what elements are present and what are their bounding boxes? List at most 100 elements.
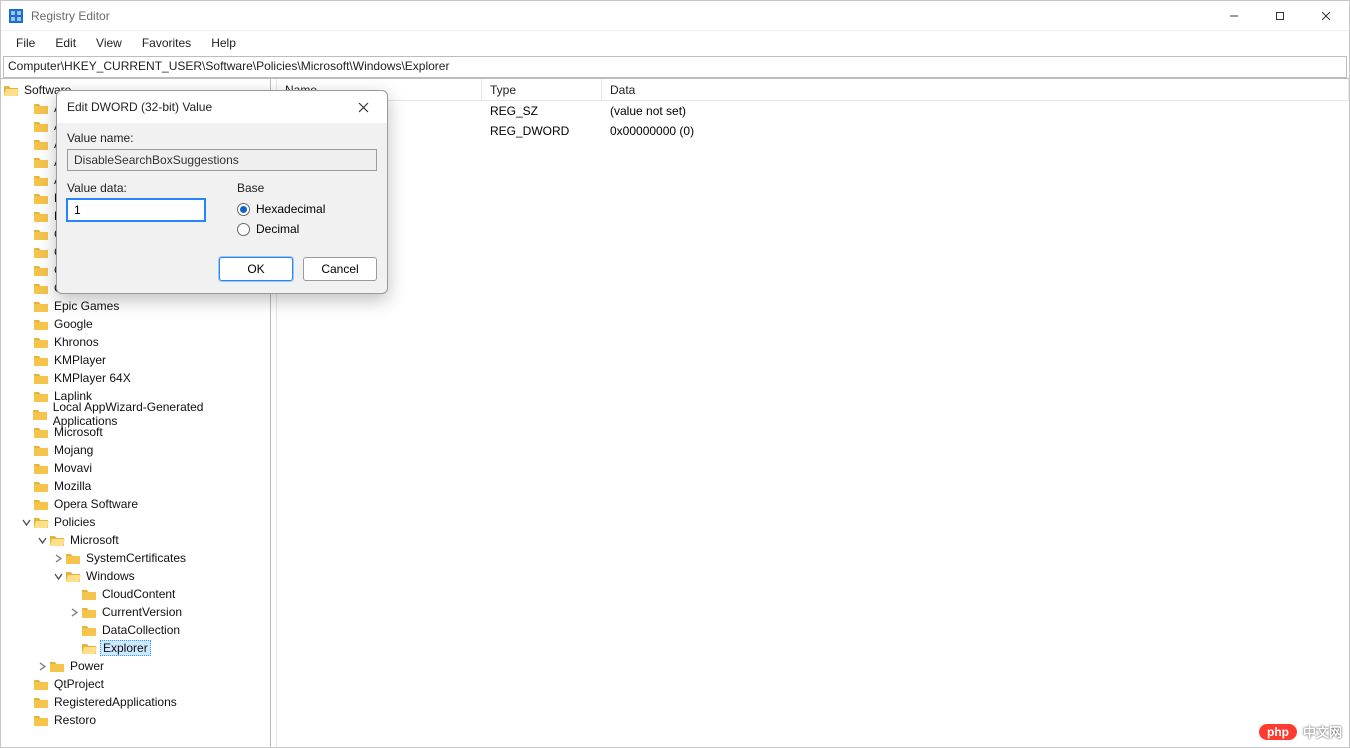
- folder-icon: [33, 479, 49, 493]
- expander-icon[interactable]: [19, 518, 33, 527]
- tree-item[interactable]: CurrentVersion: [1, 603, 270, 621]
- watermark-text: 中文网: [1303, 722, 1342, 741]
- tree-item-label: CloudContent: [100, 587, 177, 601]
- tree-item[interactable]: RegisteredApplications: [1, 693, 270, 711]
- value-type: REG_SZ: [482, 104, 602, 118]
- value-data: (value not set): [602, 104, 1349, 118]
- tree-item[interactable]: Windows: [1, 567, 270, 585]
- watermark-pill: php: [1259, 724, 1297, 740]
- folder-icon: [81, 605, 97, 619]
- values-body[interactable]: REG_SZ(value not set)xSuggestionsREG_DWO…: [277, 101, 1349, 747]
- folder-icon: [3, 83, 19, 97]
- tree-item[interactable]: SystemCertificates: [1, 549, 270, 567]
- window-title: Registry Editor: [31, 9, 110, 23]
- watermark: php 中文网: [1259, 722, 1342, 741]
- folder-icon: [33, 713, 49, 727]
- folder-icon: [33, 497, 49, 511]
- values-header: Name Type Data: [277, 79, 1349, 101]
- folder-icon: [33, 677, 49, 691]
- folder-icon: [33, 173, 49, 187]
- tree-item[interactable]: Microsoft: [1, 531, 270, 549]
- tree-item-label: CurrentVersion: [100, 605, 184, 619]
- tree-item-label: SystemCertificates: [84, 551, 188, 565]
- folder-icon: [81, 641, 97, 655]
- ok-button[interactable]: OK: [219, 257, 293, 281]
- tree-item-label: Local AppWizard-Generated Applications: [51, 400, 264, 428]
- edit-dword-dialog: Edit DWORD (32-bit) Value Value name: Va…: [56, 90, 388, 294]
- tree-item-label: Microsoft: [68, 533, 121, 547]
- folder-icon: [33, 443, 49, 457]
- minimize-button[interactable]: [1211, 1, 1257, 31]
- tree-item[interactable]: Google: [1, 315, 270, 333]
- tree-item[interactable]: Restoro: [1, 711, 270, 729]
- menu-favorites[interactable]: Favorites: [133, 33, 200, 53]
- menu-help[interactable]: Help: [202, 33, 245, 53]
- radio-dec-dot[interactable]: [237, 223, 250, 236]
- value-row[interactable]: xSuggestionsREG_DWORD0x00000000 (0): [277, 121, 1349, 141]
- cancel-button[interactable]: Cancel: [303, 257, 377, 281]
- tree-item[interactable]: DataCollection: [1, 621, 270, 639]
- tree-item-label: Restoro: [52, 713, 98, 727]
- tree-item[interactable]: Local AppWizard-Generated Applications: [1, 405, 270, 423]
- tree-item-label: Khronos: [52, 335, 101, 349]
- tree-item-label: Power: [68, 659, 106, 673]
- tree-item[interactable]: Movavi: [1, 459, 270, 477]
- folder-icon: [33, 353, 49, 367]
- radio-hex-dot[interactable]: [237, 203, 250, 216]
- tree-item[interactable]: Policies: [1, 513, 270, 531]
- folder-icon: [33, 335, 49, 349]
- folder-icon: [65, 569, 81, 583]
- tree-item[interactable]: Epic Games: [1, 297, 270, 315]
- tree-item[interactable]: Explorer: [1, 639, 270, 657]
- tree-item[interactable]: KMPlayer: [1, 351, 270, 369]
- tree-item-label: Microsoft: [52, 425, 105, 439]
- folder-icon: [33, 191, 49, 205]
- menu-edit[interactable]: Edit: [46, 33, 85, 53]
- folder-icon: [33, 371, 49, 385]
- expander-icon[interactable]: [67, 608, 81, 617]
- value-row[interactable]: REG_SZ(value not set): [277, 101, 1349, 121]
- tree-item[interactable]: KMPlayer 64X: [1, 369, 270, 387]
- tree-item[interactable]: Power: [1, 657, 270, 675]
- folder-icon: [33, 119, 49, 133]
- expander-icon[interactable]: [35, 536, 49, 545]
- folder-icon: [33, 317, 49, 331]
- folder-icon: [49, 659, 65, 673]
- tree-item[interactable]: Mojang: [1, 441, 270, 459]
- dialog-close-button[interactable]: [349, 93, 377, 121]
- address-bar[interactable]: Computer\HKEY_CURRENT_USER\Software\Poli…: [3, 56, 1347, 78]
- menu-view[interactable]: View: [87, 33, 131, 53]
- column-type[interactable]: Type: [482, 79, 602, 100]
- folder-icon: [33, 209, 49, 223]
- tree-item[interactable]: Mozilla: [1, 477, 270, 495]
- value-name-label: Value name:: [67, 131, 377, 145]
- folder-icon: [33, 461, 49, 475]
- folder-icon: [81, 587, 97, 601]
- radio-dec-label: Decimal: [256, 222, 299, 236]
- folder-icon: [33, 695, 49, 709]
- tree-item-label: Policies: [52, 515, 97, 529]
- radio-hex-label: Hexadecimal: [256, 202, 325, 216]
- close-button[interactable]: [1303, 1, 1349, 31]
- tree-item[interactable]: Opera Software: [1, 495, 270, 513]
- tree-item[interactable]: QtProject: [1, 675, 270, 693]
- menu-file[interactable]: File: [7, 33, 44, 53]
- value-name-input[interactable]: [67, 149, 377, 171]
- dialog-titlebar[interactable]: Edit DWORD (32-bit) Value: [57, 91, 387, 123]
- folder-icon: [33, 515, 49, 529]
- column-data[interactable]: Data: [602, 79, 1349, 100]
- tree-item[interactable]: Khronos: [1, 333, 270, 351]
- folder-icon: [33, 245, 49, 259]
- value-data-input[interactable]: [67, 199, 205, 221]
- maximize-button[interactable]: [1257, 1, 1303, 31]
- tree-item[interactable]: CloudContent: [1, 585, 270, 603]
- folder-icon: [33, 425, 49, 439]
- menubar: File Edit View Favorites Help: [1, 31, 1349, 55]
- folder-icon: [32, 407, 48, 421]
- expander-icon[interactable]: [51, 572, 65, 581]
- radio-hexadecimal[interactable]: Hexadecimal: [237, 199, 377, 219]
- expander-icon[interactable]: [35, 662, 49, 671]
- base-label: Base: [237, 181, 377, 195]
- radio-decimal[interactable]: Decimal: [237, 219, 377, 239]
- expander-icon[interactable]: [51, 554, 65, 563]
